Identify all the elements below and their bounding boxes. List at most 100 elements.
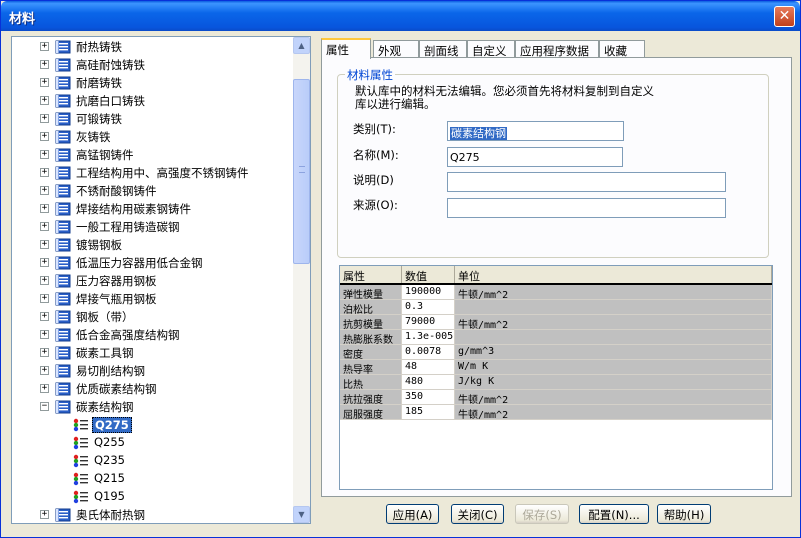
property-value[interactable]: 0.3 xyxy=(402,300,455,315)
tree-item[interactable]: + 钢板（带） xyxy=(12,308,294,326)
tree-scrollbar[interactable]: ▲ ▼ xyxy=(293,37,310,523)
expander-icon[interactable]: + xyxy=(40,60,49,69)
book-icon xyxy=(55,256,71,270)
expander-icon[interactable]: + xyxy=(40,312,49,321)
tree-item[interactable]: + 耐热铸铁 xyxy=(12,38,294,56)
close-button[interactable]: 关闭(C) xyxy=(451,504,504,524)
property-value[interactable]: 350 xyxy=(402,390,455,405)
tree-item[interactable]: + 灰铸铁 xyxy=(12,128,294,146)
expander-icon[interactable]: + xyxy=(40,204,49,213)
table-row[interactable]: 屈服强度 185 牛顿/mm^2 xyxy=(340,405,772,420)
header-property[interactable]: 属性 xyxy=(340,266,402,283)
tree-item[interactable]: + 可锻铸铁 xyxy=(12,110,294,128)
tree-item[interactable]: + 镀锡钢板 xyxy=(12,236,294,254)
category-field[interactable]: 碳素结构钢 xyxy=(447,121,624,141)
tree-item[interactable]: + 不锈耐酸钢铸件 xyxy=(12,182,294,200)
property-value[interactable]: 185 xyxy=(402,405,455,420)
save-button[interactable]: 保存(S) xyxy=(515,504,569,524)
config-button[interactable]: 配置(N)... xyxy=(579,504,649,524)
apply-button[interactable]: 应用(A) xyxy=(386,504,439,524)
property-value[interactable]: 48 xyxy=(402,360,455,375)
expander-icon[interactable]: + xyxy=(40,330,49,339)
tree-item[interactable]: + 高锰钢铸件 xyxy=(12,146,294,164)
tree-item[interactable]: + 优质碳素结构钢 xyxy=(12,380,294,398)
expander-icon[interactable]: + xyxy=(40,168,49,177)
tree-item[interactable]: + 低温压力容器用低合金钢 xyxy=(12,254,294,272)
expander-icon[interactable]: + xyxy=(40,150,49,159)
tree-child-item[interactable]: Q235 xyxy=(12,452,294,470)
scroll-down-icon[interactable]: ▼ xyxy=(293,506,310,523)
expander-icon[interactable]: + xyxy=(40,42,49,51)
expander-icon[interactable]: + xyxy=(40,384,49,393)
table-row[interactable]: 抗剪模量 79000 牛顿/mm^2 xyxy=(340,315,772,330)
property-value[interactable]: 0.0078 xyxy=(402,345,455,360)
tree-child-item[interactable]: Q215 xyxy=(12,470,294,488)
table-row[interactable]: 比热 480 J/kg K xyxy=(340,375,772,390)
expander-icon[interactable]: + xyxy=(40,132,49,141)
expander-icon[interactable]: + xyxy=(40,294,49,303)
tree-item[interactable]: + 奥氏体耐热钢 xyxy=(12,506,294,523)
tree-child-label: Q255 xyxy=(94,435,126,449)
table-row[interactable]: 热膨胀系数 1.3e-005 xyxy=(340,330,772,345)
source-field[interactable] xyxy=(447,198,726,218)
tree-child-label: Q235 xyxy=(94,453,126,467)
book-icon xyxy=(55,58,71,72)
tree-child-label: Q195 xyxy=(94,489,126,503)
tree-item[interactable]: + 耐磨铸铁 xyxy=(12,74,294,92)
expander-icon[interactable]: + xyxy=(40,276,49,285)
tree-item[interactable]: + 碳素工具钢 xyxy=(12,344,294,362)
tab-favorites[interactable]: 收藏 xyxy=(599,40,645,58)
name-field[interactable]: Q275 xyxy=(447,147,623,167)
tab-hatch[interactable]: 剖面线 xyxy=(419,40,467,58)
tree-item[interactable]: + 工程结构用中、高强度不锈钢铸件 xyxy=(12,164,294,182)
property-value[interactable]: 79000 xyxy=(402,315,455,330)
tree-item[interactable]: + 焊接结构用碳素钢铸件 xyxy=(12,200,294,218)
book-icon xyxy=(55,364,71,378)
expander-icon[interactable]: + xyxy=(40,78,49,87)
property-grid[interactable]: 属性 数值 单位 弹性模量 190000 牛顿/mm^2 泊松比 0.3 抗剪模量 7900… xyxy=(339,265,773,490)
expander-icon[interactable]: + xyxy=(40,96,49,105)
tab-properties[interactable]: 属性 xyxy=(321,38,371,59)
help-button[interactable]: 帮助(H) xyxy=(657,504,711,524)
tab-custom[interactable]: 自定义 xyxy=(467,40,515,58)
table-row[interactable]: 密度 0.0078 g/mm^3 xyxy=(340,345,772,360)
expander-icon[interactable]: − xyxy=(40,402,49,411)
tree-item[interactable]: + 高硅耐蚀铸铁 xyxy=(12,56,294,74)
tree-item[interactable]: + 一般工程用铸造碳钢 xyxy=(12,218,294,236)
table-row[interactable]: 热导率 48 W/m K xyxy=(340,360,772,375)
tree-child-item[interactable]: Q275 xyxy=(12,416,294,434)
scroll-thumb[interactable] xyxy=(293,79,310,264)
tree-item[interactable]: − 碳素结构钢 xyxy=(12,398,294,416)
tree-item[interactable]: + 抗磨白口铸铁 xyxy=(12,92,294,110)
table-row[interactable]: 泊松比 0.3 xyxy=(340,300,772,315)
tree-item[interactable]: + 低合金高强度结构钢 xyxy=(12,326,294,344)
description-field[interactable] xyxy=(447,172,726,192)
property-value[interactable]: 480 xyxy=(402,375,455,390)
expander-icon[interactable]: + xyxy=(40,366,49,375)
property-value[interactable]: 190000 xyxy=(402,285,455,300)
table-row[interactable]: 弹性模量 190000 牛顿/mm^2 xyxy=(340,285,772,300)
expander-icon[interactable]: + xyxy=(40,186,49,195)
tab-appearance[interactable]: 外观 xyxy=(373,40,419,58)
expander-icon[interactable]: + xyxy=(40,348,49,357)
scroll-up-icon[interactable]: ▲ xyxy=(293,37,310,54)
table-row[interactable]: 抗拉强度 350 牛顿/mm^2 xyxy=(340,390,772,405)
header-unit[interactable]: 单位 xyxy=(455,266,772,283)
expander-icon[interactable]: + xyxy=(40,240,49,249)
tree-item[interactable]: + 易切削结构钢 xyxy=(12,362,294,380)
tree-child-item[interactable]: Q195 xyxy=(12,488,294,506)
property-value[interactable]: 1.3e-005 xyxy=(402,330,455,345)
tree-item[interactable]: + 焊接气瓶用钢板 xyxy=(12,290,294,308)
expander-icon[interactable]: + xyxy=(40,114,49,123)
tab-application-data[interactable]: 应用程序数据 xyxy=(515,40,599,58)
tree-child-item[interactable]: Q255 xyxy=(12,434,294,452)
readonly-note: 默认库中的材料无法编辑。您必须首先将材料复制到自定义库以进行编辑。 xyxy=(355,84,654,111)
expander-icon[interactable]: + xyxy=(40,222,49,231)
close-icon[interactable]: ✕ xyxy=(774,6,795,27)
window-title: 材料 xyxy=(9,12,36,27)
expander-icon[interactable]: + xyxy=(40,258,49,267)
header-value[interactable]: 数值 xyxy=(402,266,455,283)
expander-icon[interactable]: + xyxy=(40,510,49,519)
material-tree[interactable]: + 耐热铸铁 + 高硅耐蚀铸铁 + 耐磨铸铁 + 抗磨白口铸铁 + 可锻铸铁 + 灰铸铁 + 高锰钢铸件 +… xyxy=(11,36,311,524)
tree-item[interactable]: + 压力容器用钢板 xyxy=(12,272,294,290)
